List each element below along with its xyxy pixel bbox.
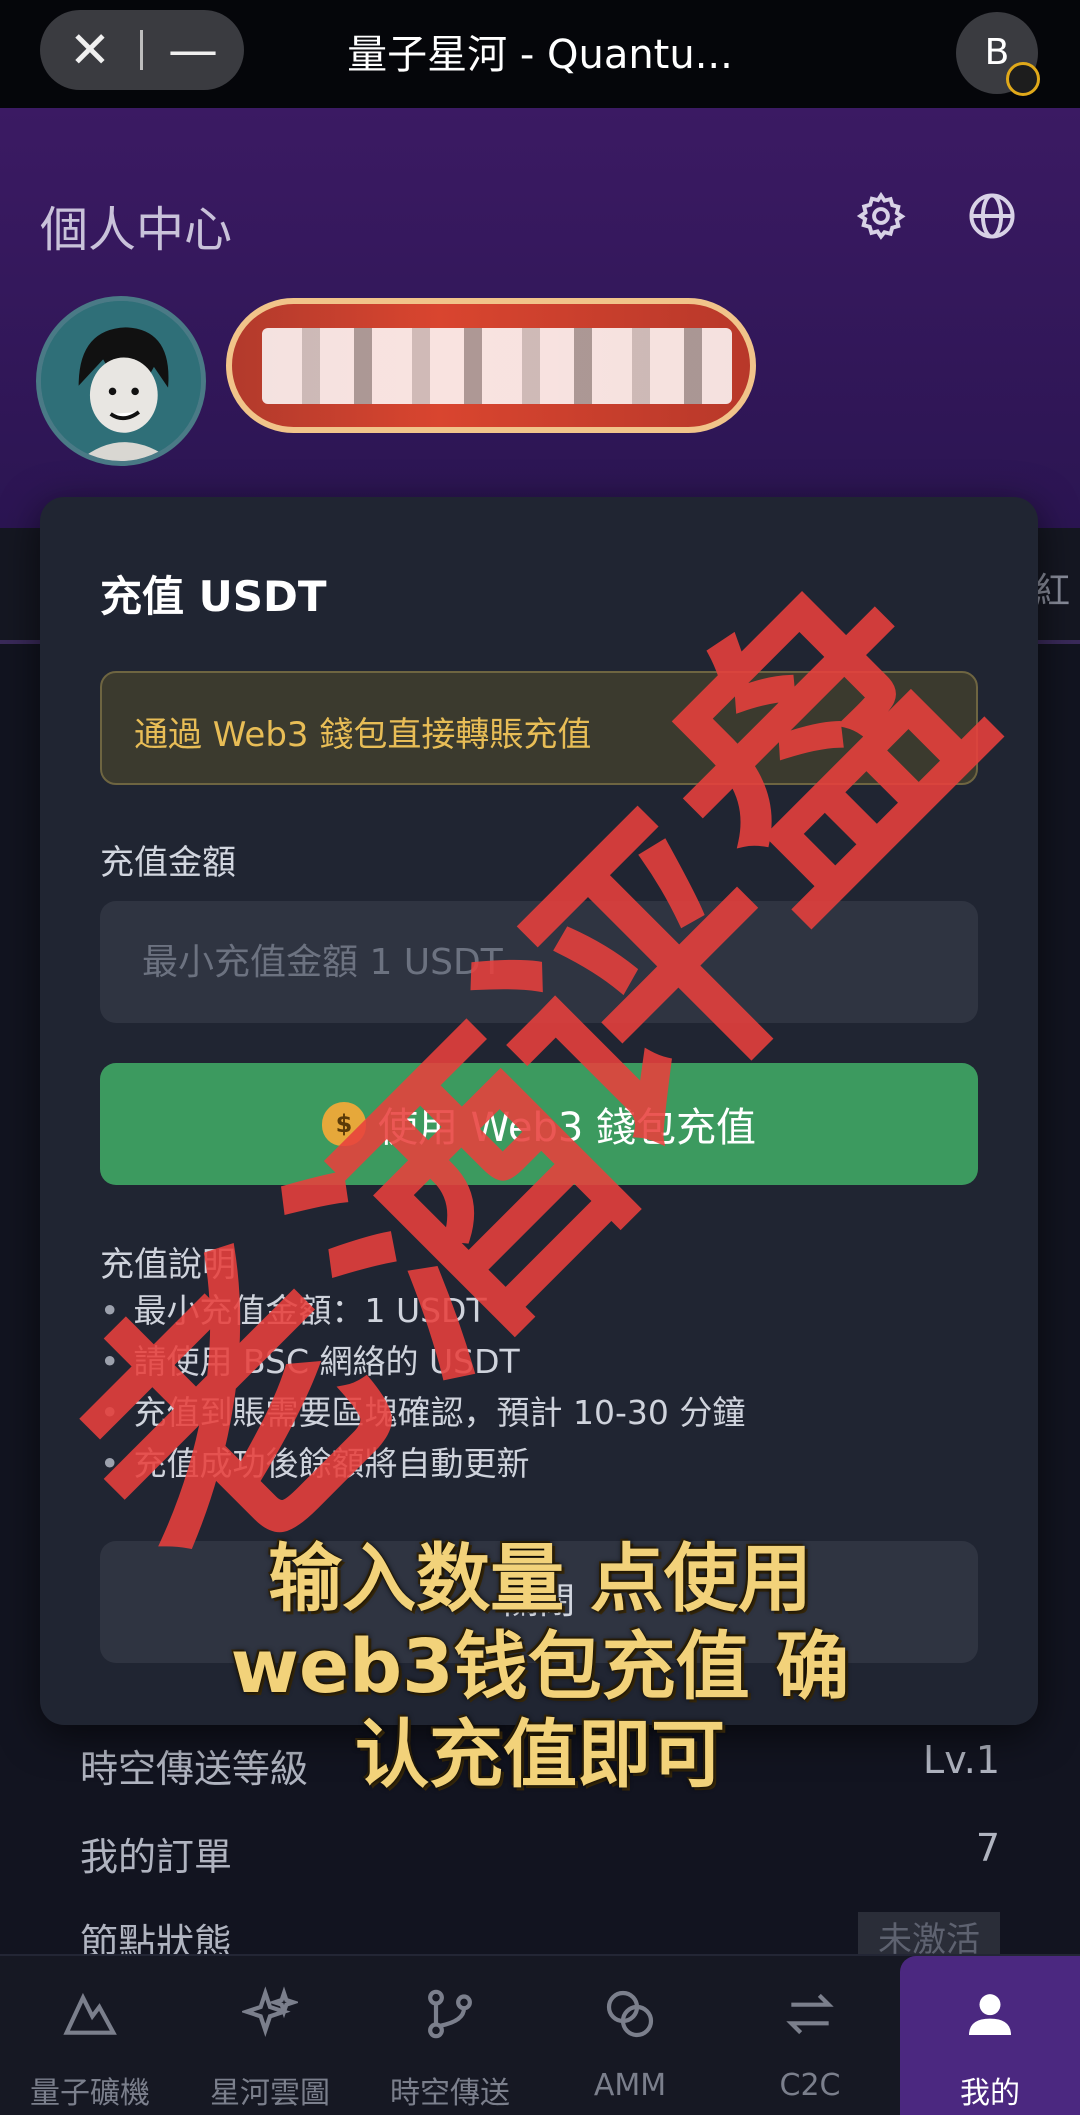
list-item: 最小充值金額：1 USDT xyxy=(100,1285,745,1336)
amount-label: 充值金額 xyxy=(100,843,236,883)
nav-item-quantum-miner[interactable]: 量子礦機 xyxy=(0,1956,180,2115)
caption-line: 认充值即可 xyxy=(355,1712,725,1798)
nav-label: 我的 xyxy=(960,2076,1020,2111)
nav-item-c2c[interactable]: C2C xyxy=(720,1956,900,2115)
username-pixelated xyxy=(226,298,756,433)
caption-line: web3钱包充值 确 xyxy=(230,1624,850,1710)
sparkle-icon xyxy=(242,1986,298,2037)
avatar xyxy=(36,296,206,466)
gear-icon[interactable] xyxy=(855,190,907,242)
globe-icon[interactable] xyxy=(966,190,1018,242)
caption-line: 输入数量 点使用 xyxy=(268,1536,812,1622)
row-label: 節點狀態 xyxy=(80,1921,233,1954)
nav-label: 星河雲圖 xyxy=(210,2076,330,2111)
nav-label: AMM xyxy=(593,2068,667,2103)
status-badge: 未激活 xyxy=(858,1912,1000,1954)
pay-button-label: 使用 Web3 錢包充值 xyxy=(377,1105,757,1151)
browser-top-bar: ✕ — 量子星河 - Quantu... B xyxy=(0,0,1080,108)
nav-item-mine[interactable]: 我的 xyxy=(900,1956,1080,2115)
branch-icon xyxy=(428,1989,472,2039)
tab-edge-text[interactable]: 紅 xyxy=(1034,562,1070,614)
list-item-node-status[interactable]: 節點狀態 未激活 xyxy=(80,1912,1000,1954)
page-title: 個人中心 xyxy=(40,202,233,258)
money-bag-icon: $ xyxy=(321,1102,366,1146)
nav-item-amm[interactable]: AMM xyxy=(540,1956,720,2115)
window-controls: ✕ — xyxy=(40,10,244,90)
profile-header: 個人中心 xyxy=(0,108,1080,528)
coins-icon xyxy=(606,1990,654,2038)
web3-wallet-recharge-button[interactable]: $ 使用 Web3 錢包充值 xyxy=(100,1063,978,1185)
tutorial-caption: 输入数量 点使用 web3钱包充值 确 认充值即可 xyxy=(100,1535,980,1799)
browser-profile-button[interactable]: B xyxy=(956,12,1040,96)
nav-item-galaxy-cloud[interactable]: 星河雲圖 xyxy=(180,1956,360,2115)
profile-initial: B xyxy=(984,32,1010,73)
nav-label: 量子礦機 xyxy=(30,2076,150,2111)
row-label: 我的訂單 xyxy=(80,1835,233,1879)
binance-badge-icon xyxy=(1006,62,1040,96)
close-window-button[interactable]: ✕ xyxy=(40,10,140,90)
notes-title: 充值說明 xyxy=(100,1245,236,1285)
mountain-icon xyxy=(63,1992,117,2035)
nav-label: C2C xyxy=(779,2068,841,2103)
swap-icon xyxy=(786,1993,834,2035)
list-item: 請使用 BSC 網絡的 USDT xyxy=(100,1336,745,1387)
minimize-window-button[interactable]: — xyxy=(143,10,243,90)
amount-input[interactable] xyxy=(100,901,978,1023)
browser-tab-title: 量子星河 - Quantu... xyxy=(347,32,733,78)
user-icon xyxy=(969,1994,1011,2035)
list-item: 充值成功後餘額將自動更新 xyxy=(100,1438,745,1489)
notice-text: 通過 Web3 錢包直接轉賬充值 xyxy=(134,715,592,755)
row-value: 7 xyxy=(975,1826,1000,1870)
nav-item-teleport[interactable]: 時空傳送 xyxy=(360,1956,540,2115)
nav-label: 時空傳送 xyxy=(390,2076,510,2111)
avatar-illustration xyxy=(41,301,201,461)
modal-title: 充值 USDT xyxy=(100,572,327,621)
notes-list: 最小充值金額：1 USDT 請使用 BSC 網絡的 USDT 充值到賬需要區塊確… xyxy=(100,1285,745,1489)
list-item: 充值到賬需要區塊確認，預計 10-30 分鐘 xyxy=(100,1387,745,1438)
mosaic-blur xyxy=(262,328,732,404)
list-item-my-orders[interactable]: 我的訂單 7 xyxy=(80,1826,1000,1906)
notice-banner: 通過 Web3 錢包直接轉賬充值 xyxy=(100,671,978,785)
bottom-navigation: 量子礦機 星河雲圖 時空傳送 AMM C2C 我的 xyxy=(0,1954,1080,2115)
